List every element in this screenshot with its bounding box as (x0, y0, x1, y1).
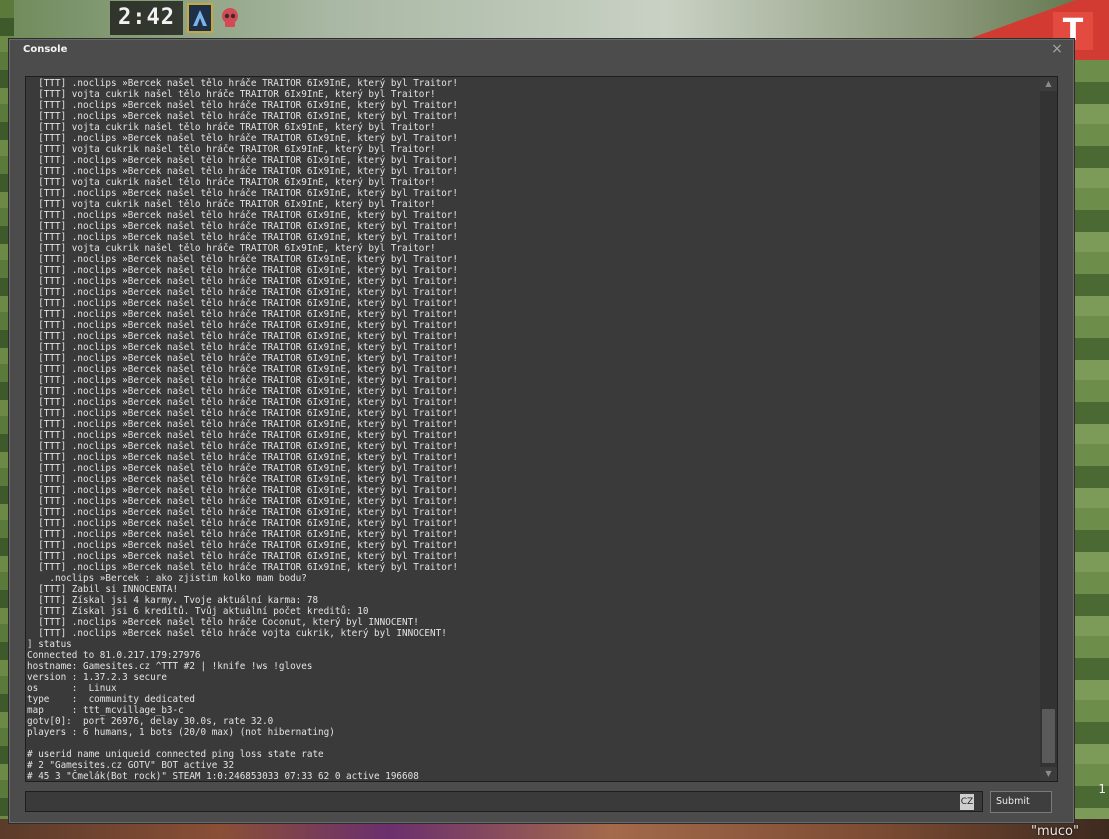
console-line: [TTT] .noclips »Bercek našel tělo hráče … (27, 529, 458, 540)
console-line: [TTT] .noclips »Bercek našel tělo hráče … (27, 463, 458, 474)
console-line: [TTT] .noclips »Bercek našel tělo hráče … (27, 518, 458, 529)
console-line: [TTT] vojta cukrik našel tělo hráče TRAI… (27, 89, 436, 100)
console-line: [TTT] .noclips »Bercek našel tělo hráče … (27, 188, 458, 199)
console-line: .noclips »Bercek : ako zjistim kolko mam… (27, 573, 307, 584)
scroll-down-arrow-icon[interactable]: ▼ (1040, 767, 1057, 781)
console-line: [TTT] .noclips »Bercek našel tělo hráče … (27, 540, 458, 551)
console-line: [TTT] .noclips »Bercek našel tělo hráče … (27, 386, 458, 397)
console-line: [TTT] .noclips »Bercek našel tělo hráče … (27, 441, 458, 452)
console-line: ] status (27, 639, 72, 650)
submit-button[interactable]: Submit (990, 791, 1052, 813)
console-line: [TTT] vojta cukrik našel tělo hráče TRAI… (27, 177, 436, 188)
console-line: [TTT] .noclips »Bercek našel tělo hráče … (27, 133, 458, 144)
scroll-up-arrow-icon[interactable]: ▲ (1040, 77, 1057, 91)
console-line: Connected to 81.0.217.179:27976 (27, 650, 201, 661)
console-line: [TTT] .noclips »Bercek našel tělo hráče … (27, 452, 458, 463)
console-line: [TTT] .noclips »Bercek našel tělo hráče … (27, 496, 458, 507)
console-line: [TTT] .noclips »Bercek našel tělo hráče … (27, 221, 458, 232)
console-line: [TTT] .noclips »Bercek našel tělo hráče … (27, 155, 458, 166)
vertical-scrollbar[interactable]: ▲ ▼ (1040, 77, 1057, 781)
console-line: [TTT] .noclips »Bercek našel tělo hráče … (27, 364, 458, 375)
console-line: map : ttt_mcvillage_b3-c (27, 705, 184, 716)
console-line: # userid name uniqueid connected ping lo… (27, 749, 324, 760)
console-line: [TTT] .noclips »Bercek našel tělo hráče … (27, 78, 458, 89)
console-window: Console × [TTT] .noclips »Bercek našel t… (8, 38, 1075, 824)
console-line: hostname: Gamesites.cz ^TTT #2 | !knife … (27, 661, 313, 672)
language-indicator: CZ (960, 794, 974, 810)
console-line: os : Linux (27, 683, 117, 694)
console-line: [TTT] .noclips »Bercek našel tělo hráče … (27, 430, 458, 441)
console-line: [TTT] vojta cukrik našel tělo hráče TRAI… (27, 199, 436, 210)
console-line: [TTT] Získal jsi 6 kreditů. Tvůj aktuáln… (27, 606, 369, 617)
console-line: [TTT] .noclips »Bercek našel tělo hráče … (27, 276, 458, 287)
close-icon[interactable]: × (1050, 42, 1064, 56)
console-line: # 2 "Gamesites.cz GOTV" BOT active 32 (27, 760, 235, 771)
console-line: [TTT] .noclips »Bercek našel tělo hráče … (27, 166, 458, 177)
edge-number: 1 (1098, 782, 1106, 796)
console-line: [TTT] Zabil si INNOCENTA! (27, 584, 179, 595)
console-line: type : community dedicated (27, 694, 195, 705)
console-line: [TTT] Získal jsi 4 karmy. Tvoje aktuální… (27, 595, 319, 606)
console-line: [TTT] .noclips »Bercek našel tělo hráče … (27, 320, 458, 331)
right-foliage (1075, 60, 1109, 839)
console-line: [TTT] .noclips »Bercek našel tělo hráče … (27, 265, 458, 276)
console-line: [TTT] .noclips »Bercek našel tělo hráče … (27, 254, 458, 265)
console-log: [TTT] .noclips »Bercek našel tělo hráče … (26, 77, 1040, 781)
hud: 2:42 (110, 0, 241, 36)
console-line: players : 6 humans, 1 bots (20/0 max) (n… (27, 727, 335, 738)
console-output-panel: [TTT] .noclips »Bercek našel tělo hráče … (25, 76, 1058, 782)
console-line: [TTT] vojta cukrik našel tělo hráče TRAI… (27, 144, 436, 155)
console-line: [TTT] .noclips »Bercek našel tělo hráče … (27, 551, 458, 562)
console-line: [TTT] .noclips »Bercek našel tělo hráče … (27, 397, 458, 408)
window-title: Console (23, 44, 68, 55)
scrollbar-thumb[interactable] (1042, 709, 1055, 763)
console-line: # 45 3 "Čmelák(Bot rock)" STEAM_1:0:2468… (27, 771, 419, 781)
console-line: [TTT] vojta cukrik našel tělo hráče TRAI… (27, 243, 436, 254)
console-line: [TTT] .noclips »Bercek našel tělo hráče … (27, 419, 458, 430)
console-line: [TTT] .noclips »Bercek našel tělo hráče … (27, 100, 458, 111)
player-name-tag: "muco" (1031, 824, 1079, 839)
console-line: [TTT] .noclips »Bercek našel tělo hráče … (27, 617, 419, 628)
console-line: [TTT] .noclips »Bercek našel tělo hráče … (27, 562, 458, 573)
console-line: [TTT] .noclips »Bercek našel tělo hráče … (27, 628, 447, 639)
skull-icon (221, 8, 238, 27)
console-line: [TTT] .noclips »Bercek našel tělo hráče … (27, 507, 458, 518)
console-command-input[interactable] (25, 791, 983, 812)
console-line: [TTT] .noclips »Bercek našel tělo hráče … (27, 210, 458, 221)
console-line: [TTT] vojta cukrik našel tělo hráče TRAI… (27, 122, 436, 133)
console-line: [TTT] .noclips »Bercek našel tělo hráče … (27, 353, 458, 364)
console-line: [TTT] .noclips »Bercek našel tělo hráče … (27, 408, 458, 419)
console-line: [TTT] .noclips »Bercek našel tělo hráče … (27, 474, 458, 485)
team-badge-icon (186, 3, 213, 33)
console-line: [TTT] .noclips »Bercek našel tělo hráče … (27, 485, 458, 496)
console-line: [TTT] .noclips »Bercek našel tělo hráče … (27, 111, 458, 122)
round-timer: 2:42 (110, 1, 183, 35)
console-line: gotv[0]: port 26976, delay 30.0s, rate 3… (27, 716, 274, 727)
console-line: [TTT] .noclips »Bercek našel tělo hráče … (27, 331, 458, 342)
console-line: [TTT] .noclips »Bercek našel tělo hráče … (27, 298, 458, 309)
console-line: version : 1.37.2.3 secure (27, 672, 167, 683)
console-line: [TTT] .noclips »Bercek našel tělo hráče … (27, 342, 458, 353)
console-line: [TTT] .noclips »Bercek našel tělo hráče … (27, 232, 458, 243)
console-line: [TTT] .noclips »Bercek našel tělo hráče … (27, 309, 458, 320)
console-line: [TTT] .noclips »Bercek našel tělo hráče … (27, 375, 458, 386)
console-line: [TTT] .noclips »Bercek našel tělo hráče … (27, 287, 458, 298)
